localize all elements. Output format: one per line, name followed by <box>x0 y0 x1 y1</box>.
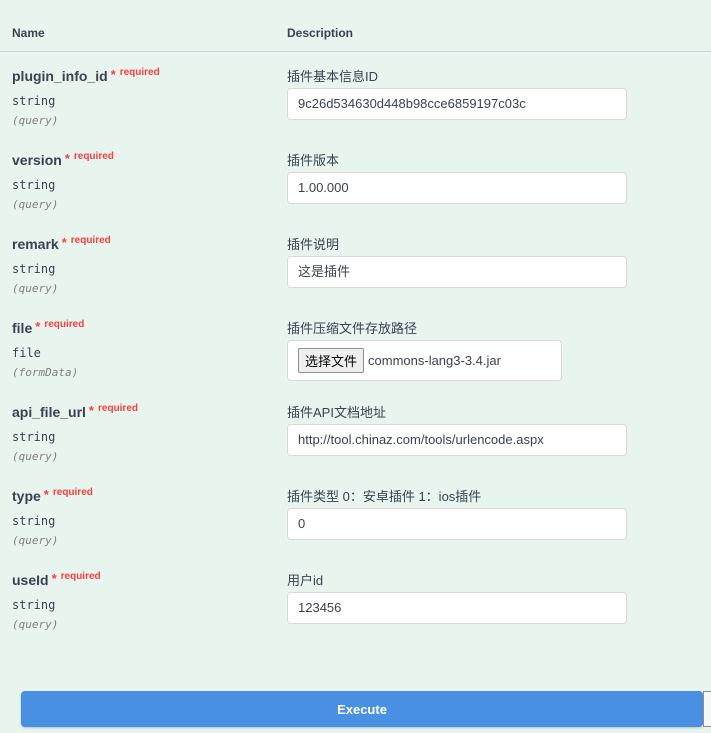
choose-file-button[interactable]: 选择文件 <box>298 348 365 373</box>
param-location: (query) <box>12 114 59 127</box>
required-star: * <box>51 571 57 586</box>
required-label: required <box>60 571 101 582</box>
execute-button[interactable]: Execute <box>21 691 703 727</box>
param-row-type: type * required string (query) 插件类型 0：安卓插件… <box>0 487 711 572</box>
required-label: required <box>97 403 138 414</box>
param-name: version * required <box>12 151 114 168</box>
required-star: * <box>43 487 49 502</box>
param-name: remark * required <box>12 235 111 252</box>
param-row-file: file * required file (formData) 插件压缩文件存放路径… <box>0 319 711 404</box>
param-type: file <box>12 346 41 360</box>
required-label: required <box>73 151 114 162</box>
param-location: (query) <box>12 450 59 463</box>
param-description: 插件压缩文件存放路径 <box>287 321 418 336</box>
param-type: string <box>12 514 56 528</box>
param-location: (query) <box>12 618 59 631</box>
param-name: useId * required <box>12 571 101 588</box>
column-header-description: Description <box>287 26 354 40</box>
param-description: 插件版本 <box>287 153 340 168</box>
param-row-plugin-info-id: plugin_info_id * required string (query) 插… <box>0 67 711 152</box>
required-label: required <box>44 319 85 330</box>
api-file-url-input[interactable]: http://tool.chinaz.com/tools/urlencode.a… <box>287 424 627 456</box>
param-description: 用户id <box>287 573 324 588</box>
param-row-api-file-url: api_file_url * required string (query) 插件A… <box>0 403 711 488</box>
param-description: 插件基本信息ID <box>287 69 379 84</box>
param-name: api_file_url * required <box>12 403 138 420</box>
param-description: 插件API文档地址 <box>287 405 386 420</box>
required-label: required <box>70 235 111 246</box>
param-row-useid: useId * required string (query) 用户id 12345… <box>0 571 711 656</box>
column-header-name: Name <box>12 26 45 40</box>
version-input[interactable]: 1.00.000 <box>287 172 627 204</box>
param-description: 插件类型 0：安卓插件 1：ios插件 <box>287 489 482 504</box>
useid-input[interactable]: 123456 <box>287 592 627 624</box>
required-star: * <box>110 67 116 82</box>
param-row-version: version * required string (query) 插件版本 1.0… <box>0 151 711 236</box>
param-location: (formData) <box>12 366 79 379</box>
required-star: * <box>61 235 67 250</box>
param-location: (query) <box>12 282 59 295</box>
param-row-remark: remark * required string (query) 插件说明 这是插件 <box>0 235 711 320</box>
required-star: * <box>64 151 70 166</box>
plugin-info-id-input[interactable]: 9c26d534630d448b98cce6859197c03c <box>287 88 627 120</box>
param-type: string <box>12 262 56 276</box>
param-location: (query) <box>12 534 59 547</box>
param-type: string <box>12 430 56 444</box>
param-type: string <box>12 94 56 108</box>
param-location: (query) <box>12 198 59 211</box>
required-star: * <box>35 319 41 334</box>
param-description: 插件说明 <box>287 237 340 252</box>
parameters-header: Name Description <box>0 0 711 52</box>
required-label: required <box>119 67 160 78</box>
adjacent-button-edge[interactable] <box>703 691 711 727</box>
param-name: type * required <box>12 487 93 504</box>
param-type: string <box>12 178 56 192</box>
required-label: required <box>52 487 93 498</box>
selected-file-name: commons-lang3-3.4.jar <box>368 353 501 368</box>
param-name: plugin_info_id * required <box>12 67 160 84</box>
type-input[interactable]: 0 <box>287 508 627 540</box>
param-type: string <box>12 598 56 612</box>
remark-input[interactable]: 这是插件 <box>287 256 627 288</box>
file-input: 选择文件 commons-lang3-3.4.jar <box>287 340 562 381</box>
required-star: * <box>88 403 94 418</box>
param-name: file * required <box>12 319 85 336</box>
